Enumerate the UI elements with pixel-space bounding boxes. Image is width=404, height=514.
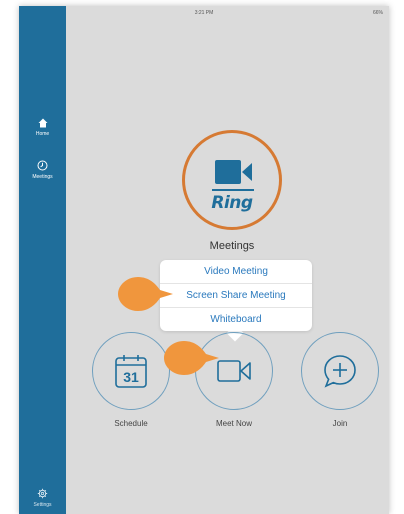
sidebar-item-label: Home bbox=[35, 131, 50, 137]
ring-logo: Ring bbox=[182, 130, 282, 230]
status-bar: iPad 3:21 PM 66% bbox=[19, 6, 389, 20]
video-camera-icon bbox=[217, 360, 251, 382]
gear-icon bbox=[37, 488, 48, 499]
join-button[interactable] bbox=[301, 332, 379, 410]
logo-text: Ring bbox=[211, 193, 253, 213]
callout-pointer-screen-share bbox=[118, 277, 173, 311]
calendar-icon: 31 bbox=[115, 355, 147, 388]
logo-divider bbox=[212, 189, 254, 191]
meeting-type-menu: Video Meeting Screen Share Meeting White… bbox=[160, 260, 312, 331]
sidebar-item-settings[interactable]: Settings bbox=[19, 488, 66, 508]
clock-icon bbox=[37, 160, 48, 171]
chat-plus-icon bbox=[324, 355, 356, 388]
sidebar-item-home[interactable]: Home bbox=[19, 118, 66, 137]
menu-item-video-meeting[interactable]: Video Meeting bbox=[160, 260, 312, 283]
clock-time: 3:21 PM bbox=[194, 10, 214, 16]
sidebar-item-meetings[interactable]: Meetings bbox=[19, 160, 66, 180]
sidebar-item-label: Meetings bbox=[32, 174, 53, 180]
sidebar: Home Meetings Settings bbox=[19, 6, 66, 514]
join-label: Join bbox=[332, 419, 348, 428]
battery-level: 66% bbox=[372, 10, 383, 16]
logo-camera-icon bbox=[215, 160, 252, 184]
home-icon bbox=[38, 118, 47, 128]
meetings-heading: Meetings bbox=[209, 240, 255, 252]
schedule-label: Schedule bbox=[114, 419, 148, 428]
sidebar-item-label: Settings bbox=[33, 502, 52, 508]
schedule-button[interactable]: 31 bbox=[92, 332, 170, 410]
ipad-screen: iPad 3:21 PM 66% Home Meetings Settings bbox=[19, 6, 389, 514]
menu-item-screen-share-meeting[interactable]: Screen Share Meeting bbox=[160, 283, 312, 307]
calendar-day: 31 bbox=[123, 369, 139, 385]
callout-pointer-meet-now bbox=[164, 341, 219, 375]
menu-item-whiteboard[interactable]: Whiteboard bbox=[160, 307, 312, 331]
meet-now-label: Meet Now bbox=[215, 419, 252, 428]
